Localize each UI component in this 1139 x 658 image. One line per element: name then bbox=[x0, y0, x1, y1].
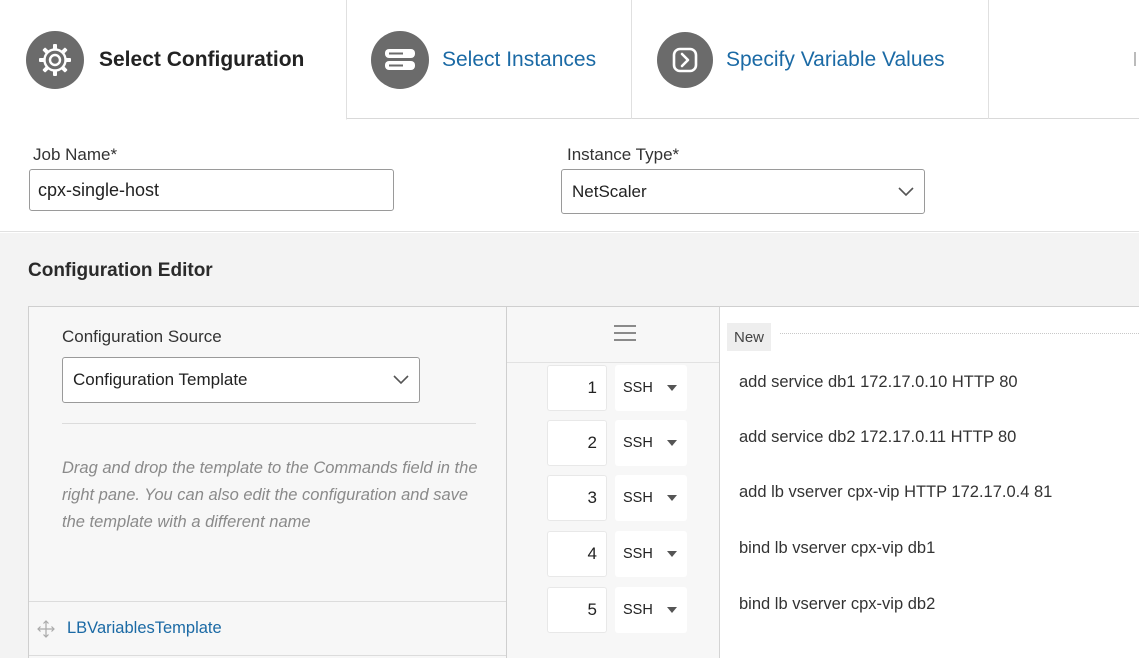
protocol-value: SSH bbox=[623, 435, 653, 451]
job-name-input[interactable]: cpx-single-host bbox=[29, 169, 394, 211]
divider bbox=[507, 362, 719, 363]
command-text[interactable]: add service db2 172.17.0.11 HTTP 80 bbox=[739, 428, 1016, 447]
menu-icon[interactable] bbox=[614, 325, 636, 341]
command-number-input[interactable]: 4 bbox=[547, 531, 607, 577]
protocol-select[interactable]: SSH bbox=[615, 587, 687, 633]
caret-down-icon bbox=[667, 385, 677, 391]
wizard-tabs: Select Configuration Select Instances Sp… bbox=[0, 0, 1139, 120]
tab-label: Select Configuration bbox=[99, 47, 305, 71]
configuration-source-value: Configuration Template bbox=[73, 370, 248, 389]
protocol-value: SSH bbox=[623, 490, 653, 506]
protocol-select[interactable]: SSH bbox=[615, 420, 687, 466]
instance-type-value: NetScaler bbox=[572, 181, 647, 201]
protocol-value: SSH bbox=[623, 602, 653, 618]
caret-down-icon bbox=[667, 495, 677, 501]
command-text[interactable]: bind lb vserver cpx-vip db1 bbox=[739, 539, 935, 558]
configuration-source-select[interactable]: Configuration Template bbox=[62, 357, 420, 403]
protocol-select[interactable]: SSH bbox=[615, 531, 687, 577]
move-icon[interactable] bbox=[37, 619, 55, 638]
command-row: 4 SSH bbox=[547, 531, 687, 577]
new-badge: New bbox=[727, 323, 772, 351]
configuration-source-label: Configuration Source bbox=[62, 327, 222, 346]
configuration-editor: Configuration Editor Configuration Sourc… bbox=[0, 233, 1139, 658]
command-text[interactable]: add service db1 172.17.0.10 HTTP 80 bbox=[739, 373, 1018, 392]
command-row: 3 SSH bbox=[547, 475, 687, 521]
chevron-down-icon bbox=[393, 375, 409, 385]
divider bbox=[29, 655, 506, 656]
protocol-select[interactable]: SSH bbox=[615, 365, 687, 411]
drag-drop-hint: Drag and drop the template to the Comman… bbox=[62, 459, 478, 531]
tab-select-instances[interactable]: Select Instances bbox=[347, 0, 632, 119]
protocol-select[interactable]: SSH bbox=[615, 475, 687, 521]
chevron-down-icon bbox=[898, 186, 914, 196]
arrow-right-icon bbox=[657, 31, 713, 88]
instance-type-select[interactable]: NetScaler bbox=[561, 169, 925, 214]
server-icon bbox=[371, 30, 429, 89]
protocol-value: SSH bbox=[623, 546, 653, 562]
template-name-link[interactable]: LBVariablesTemplate bbox=[67, 619, 222, 638]
job-name-label: Job Name* bbox=[33, 145, 118, 164]
command-text[interactable]: bind lb vserver cpx-vip db2 bbox=[739, 595, 935, 614]
command-row: 1 SSH bbox=[547, 365, 687, 411]
command-order-pane: 1 SSH 2 SSH 3 SSH 4 SSH 5 SSH bbox=[506, 306, 720, 658]
tab-select-configuration[interactable]: Select Configuration bbox=[0, 0, 347, 120]
job-form: Job Name* cpx-single-host Instance Type*… bbox=[0, 120, 1139, 232]
gear-icon bbox=[26, 30, 84, 89]
caret-down-icon bbox=[667, 440, 677, 446]
template-list-item[interactable]: LBVariablesTemplate bbox=[29, 601, 506, 655]
divider bbox=[780, 333, 1139, 334]
tab-label: Specify Variable Values bbox=[726, 47, 945, 71]
caret-down-icon bbox=[667, 607, 677, 613]
command-number-input[interactable]: 1 bbox=[547, 365, 607, 411]
tab-specify-variable-values[interactable]: Specify Variable Values bbox=[632, 0, 989, 119]
command-number-input[interactable]: 3 bbox=[547, 475, 607, 521]
commands-pane: New add service db1 172.17.0.10 HTTP 80 … bbox=[720, 306, 1139, 658]
command-row: 5 SSH bbox=[547, 587, 687, 633]
command-number-input[interactable]: 2 bbox=[547, 420, 607, 466]
tab-label: Select Instances bbox=[442, 47, 597, 71]
instance-type-label: Instance Type* bbox=[567, 145, 680, 164]
section-title: Configuration Editor bbox=[28, 260, 213, 281]
command-row: 2 SSH bbox=[547, 420, 687, 466]
caret-down-icon bbox=[667, 551, 677, 557]
divider bbox=[62, 423, 476, 424]
next-tab-edge bbox=[1134, 52, 1136, 66]
command-text[interactable]: add lb vserver cpx-vip HTTP 172.17.0.4 8… bbox=[739, 483, 1052, 502]
protocol-value: SSH bbox=[623, 380, 653, 396]
command-number-input[interactable]: 5 bbox=[547, 587, 607, 633]
configuration-source-pane: Configuration Source Configuration Templ… bbox=[28, 306, 506, 658]
